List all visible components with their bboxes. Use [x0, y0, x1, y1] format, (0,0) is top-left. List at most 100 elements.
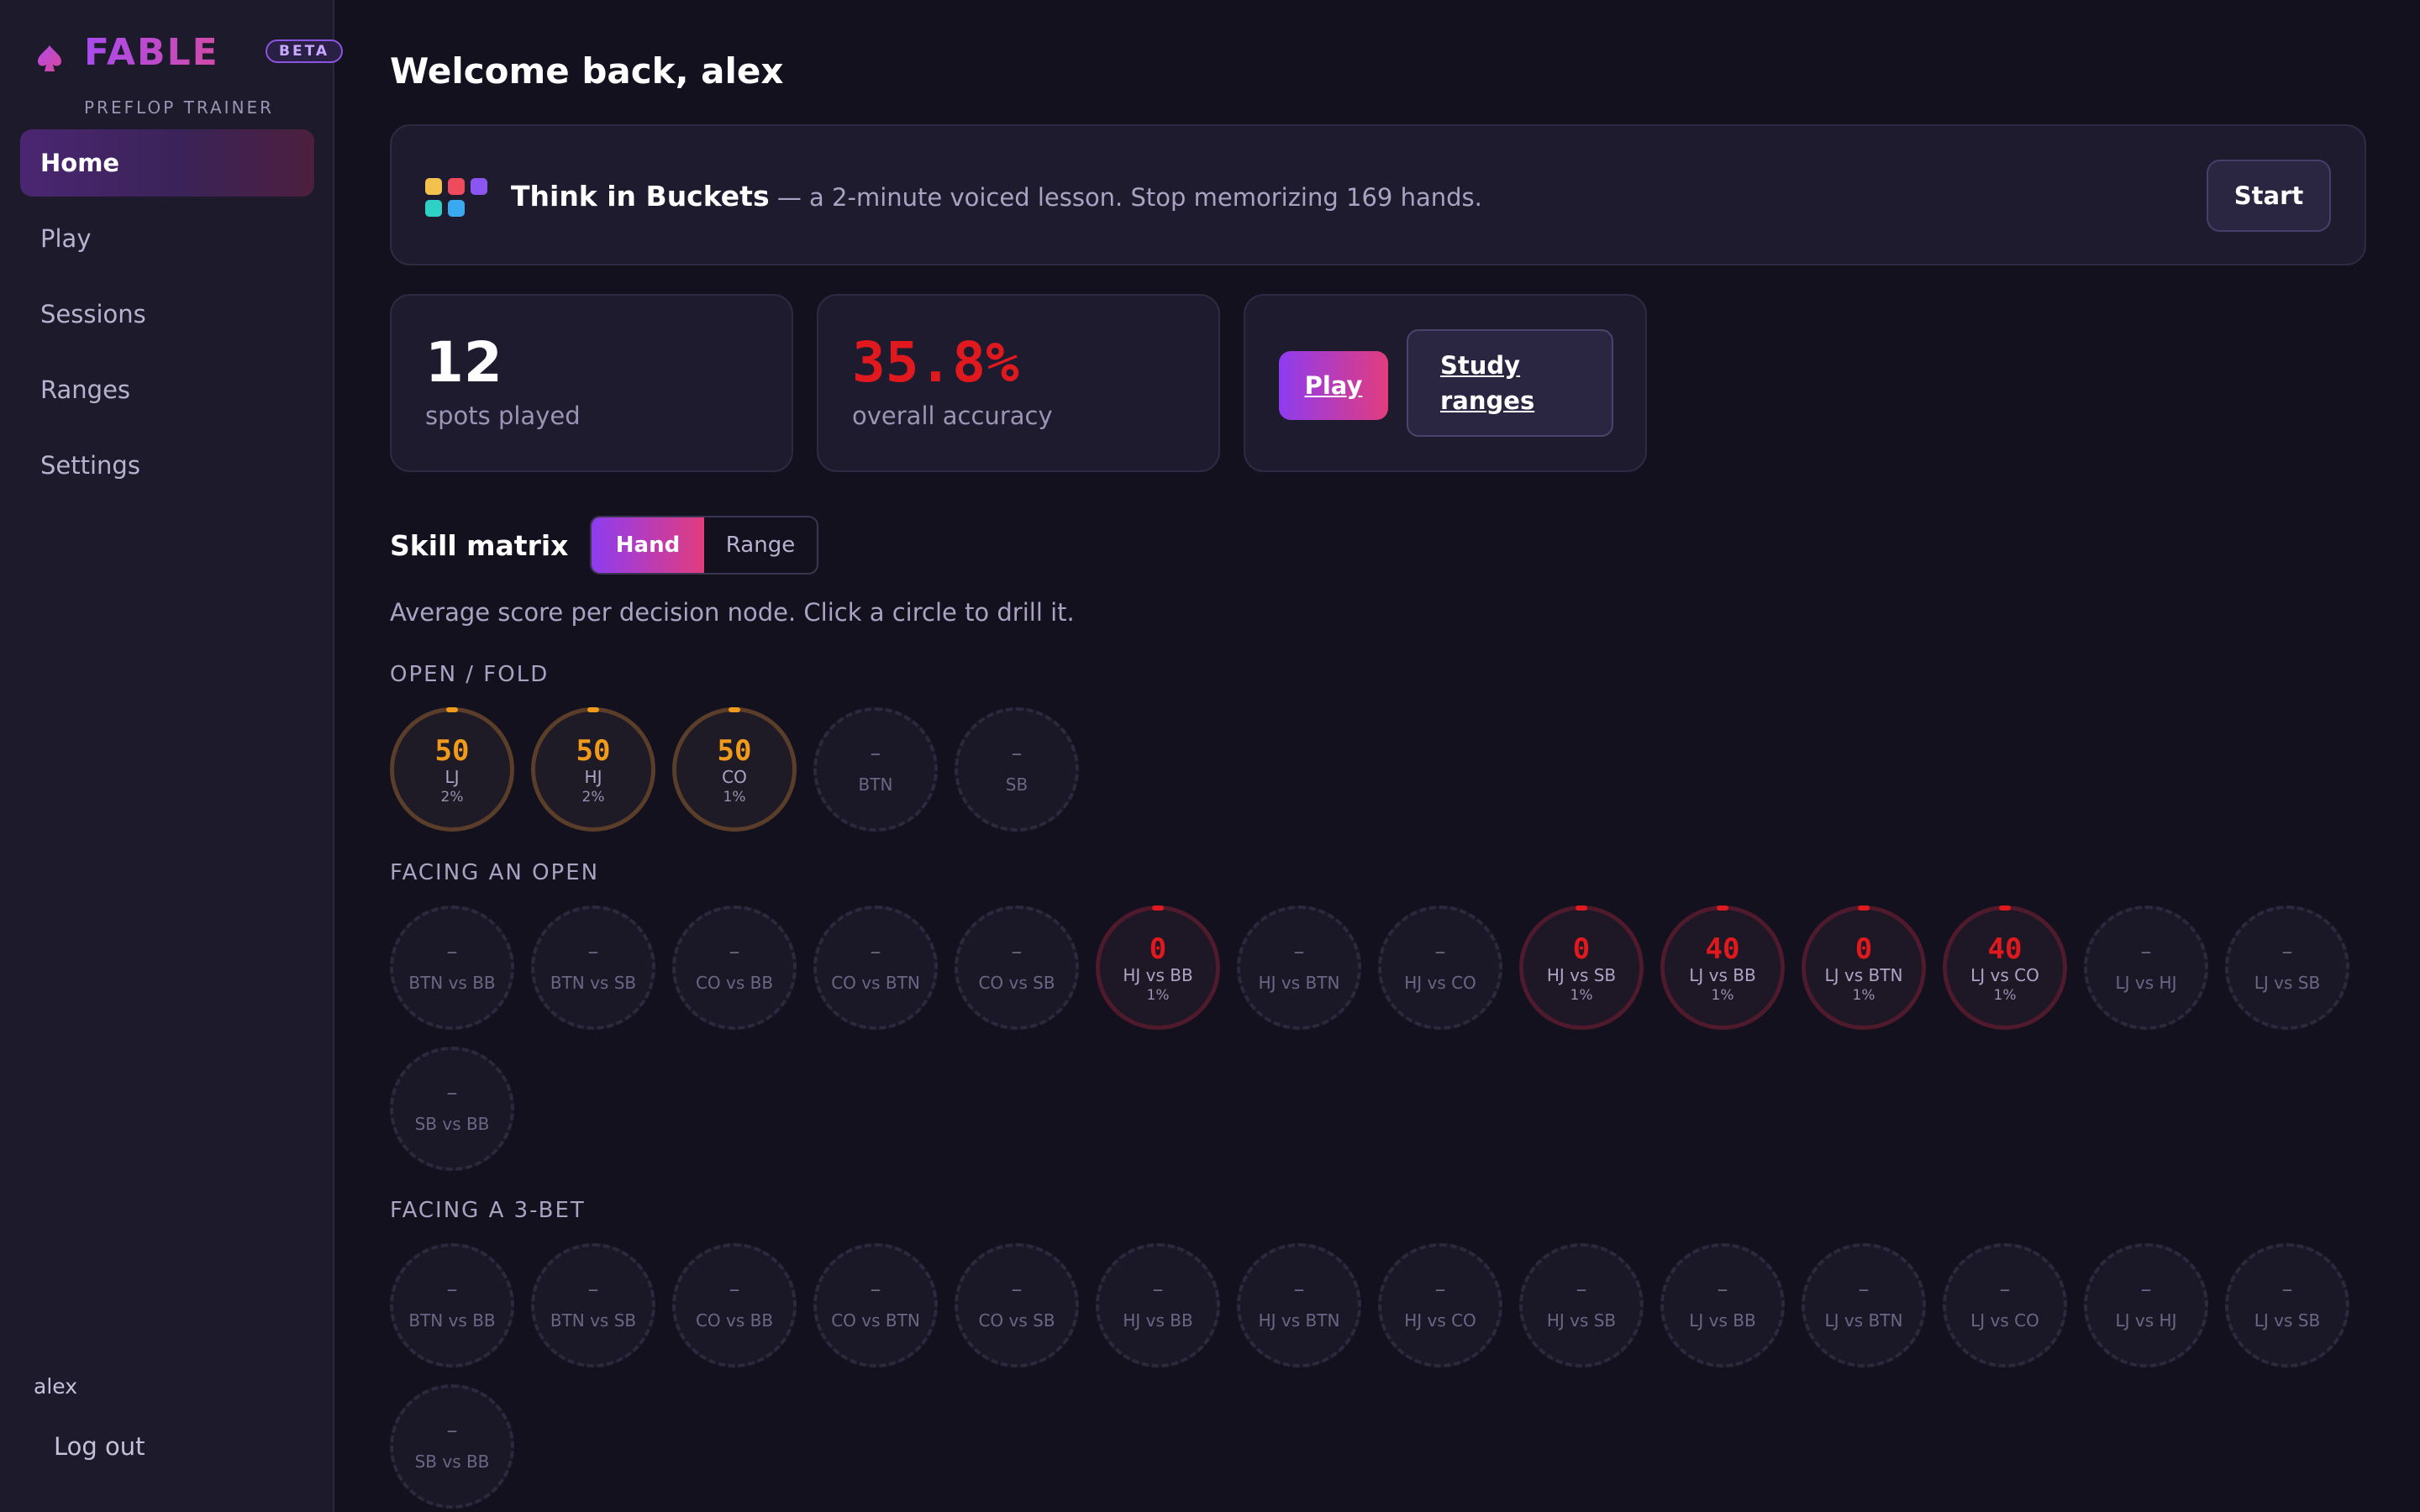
toggle-range[interactable]: Range [704, 517, 817, 573]
sidebar-item-ranges[interactable]: Ranges [20, 356, 314, 423]
skill-node-circle[interactable]: 0 HJ vs SB 1% [1519, 906, 1644, 1030]
skill-node-circle[interactable]: 40 LJ vs BB 1% [1660, 906, 1785, 1030]
node-score: – [1434, 939, 1446, 964]
node-label: LJ vs CO [1970, 965, 2039, 985]
skill-node-circle[interactable]: – CO vs BTN [813, 906, 938, 1030]
node-score: – [1293, 939, 1305, 964]
skill-node-circle[interactable]: 40 LJ vs CO 1% [1943, 906, 2067, 1030]
skill-node-circle[interactable]: – BTN vs BB [390, 1243, 514, 1368]
skill-node-circle[interactable]: – CO vs BTN [813, 1243, 938, 1368]
node-label: SB [1005, 774, 1028, 795]
node-label: HJ vs BB [1123, 965, 1193, 985]
toggle-hand[interactable]: Hand [592, 517, 704, 573]
current-user-name: alex [34, 1374, 78, 1399]
node-score: – [446, 1418, 458, 1443]
skill-node-circle[interactable]: – CO vs BB [672, 906, 797, 1030]
skill-node-circle[interactable]: – BTN [813, 707, 938, 832]
node-label: CO vs BTN [831, 1310, 920, 1331]
skill-node-circle[interactable]: – BTN vs SB [531, 906, 655, 1030]
node-score: – [1293, 1277, 1305, 1302]
node-score: 40 [1987, 932, 2023, 966]
skill-node-circle[interactable]: – SB vs BB [390, 1047, 514, 1171]
skill-node-circle[interactable]: – SB vs BB [390, 1384, 514, 1509]
skill-node-circle[interactable]: – LJ vs SB [2225, 1243, 2349, 1368]
lesson-description: — a 2-minute voiced lesson. Stop memoriz… [769, 183, 1482, 212]
skill-node-circle[interactable]: 0 LJ vs BTN 1% [1802, 906, 1926, 1030]
facing-3bet-nodes: – BTN vs BB – BTN vs SB – CO vs BB – CO vs BTN –… [390, 1243, 2366, 1509]
sidebar-nav: Home Play Sessions Ranges Settings [20, 129, 314, 507]
sidebar-item-play[interactable]: Play [20, 205, 314, 272]
skill-node-circle[interactable]: 0 HJ vs BB 1% [1096, 906, 1220, 1030]
node-score: – [2281, 939, 2293, 964]
spots-played-value: 12 [425, 330, 502, 395]
node-score: 50 [576, 734, 611, 768]
node-percent: 1% [1570, 987, 1593, 1004]
skill-node-circle[interactable]: – HJ vs BTN [1237, 1243, 1361, 1368]
node-score: 40 [1705, 932, 1740, 966]
progress-tick [446, 707, 458, 712]
sidebar-item-home[interactable]: Home [20, 129, 314, 197]
node-score: – [870, 1277, 881, 1302]
node-label: HJ [584, 767, 602, 787]
brand-subtitle: PREFLOP TRAINER [84, 97, 275, 118]
skill-node-circle[interactable]: – HJ vs BTN [1237, 906, 1361, 1030]
node-percent: 1% [1711, 987, 1734, 1004]
node-percent: 2% [581, 789, 605, 806]
spade-icon [38, 45, 61, 71]
skill-matrix-header: Skill matrix Hand Range [390, 516, 1062, 575]
skill-node-circle[interactable]: – HJ vs CO [1378, 906, 1502, 1030]
section-label-open-fold: OPEN / FOLD [390, 662, 550, 687]
skill-node-circle[interactable]: – HJ vs SB [1519, 1243, 1644, 1368]
sidebar: FABLE BETA PREFLOP TRAINER Home Play Ses… [0, 0, 344, 1512]
skill-node-circle[interactable]: 50 HJ 2% [531, 707, 655, 832]
node-label: BTN vs SB [550, 1310, 637, 1331]
node-score: – [1717, 1277, 1728, 1302]
node-score: – [1152, 1277, 1164, 1302]
section-label-facing-open: FACING AN OPEN [390, 860, 600, 885]
study-ranges-button[interactable]: Study ranges [1407, 329, 1613, 437]
sidebar-item-settings[interactable]: Settings [20, 432, 314, 499]
skill-node-circle[interactable]: – LJ vs CO [1943, 1243, 2067, 1368]
node-label: BTN vs BB [408, 1310, 496, 1331]
skill-node-circle[interactable]: – LJ vs SB [2225, 906, 2349, 1030]
node-score: – [2281, 1277, 2293, 1302]
skill-node-circle[interactable]: – BTN vs SB [531, 1243, 655, 1368]
node-score: – [1576, 1277, 1587, 1302]
skill-node-circle[interactable]: – CO vs SB [955, 906, 1079, 1030]
skill-node-circle[interactable]: – BTN vs BB [390, 906, 514, 1030]
page-title: Welcome back, alex [390, 50, 784, 92]
skill-node-circle[interactable]: – CO vs BB [672, 1243, 797, 1368]
skill-node-circle[interactable]: – LJ vs BB [1660, 1243, 1785, 1368]
progress-tick [1152, 906, 1164, 911]
skill-node-circle[interactable]: – SB [955, 707, 1079, 832]
skill-node-circle[interactable]: – HJ vs CO [1378, 1243, 1502, 1368]
progress-tick [1999, 906, 2011, 911]
skill-node-circle[interactable]: 50 LJ 2% [390, 707, 514, 832]
logout-button[interactable]: Log out [34, 1425, 166, 1468]
node-label: LJ vs HJ [2115, 1310, 2177, 1331]
brand-name: FABLE [84, 31, 219, 74]
node-label: LJ vs SB [2254, 1310, 2321, 1331]
node-label: LJ vs SB [2254, 973, 2321, 993]
skill-node-circle[interactable]: – HJ vs BB [1096, 1243, 1220, 1368]
node-label: LJ vs BB [1689, 1310, 1756, 1331]
spots-played-label: spots played [425, 402, 581, 430]
play-button[interactable]: Play [1279, 351, 1388, 420]
accuracy-value: 35.8% [852, 330, 1019, 395]
buckets-icon [425, 178, 487, 217]
node-label: CO vs SB [978, 1310, 1055, 1331]
start-lesson-button[interactable]: Start [2207, 160, 2331, 232]
skill-node-circle[interactable]: 50 CO 1% [672, 707, 797, 832]
node-percent: 1% [723, 789, 746, 806]
node-label: HJ vs CO [1404, 973, 1476, 993]
node-label: LJ vs HJ [2115, 973, 2177, 993]
sidebar-item-sessions[interactable]: Sessions [20, 281, 314, 348]
node-label: LJ vs BTN [1824, 1310, 1903, 1331]
node-score: – [1011, 939, 1023, 964]
skill-node-circle[interactable]: – LJ vs BTN [1802, 1243, 1926, 1368]
node-score: – [1011, 1277, 1023, 1302]
skill-node-circle[interactable]: – CO vs SB [955, 1243, 1079, 1368]
skill-node-circle[interactable]: – LJ vs HJ [2084, 1243, 2208, 1368]
lesson-text: Think in Buckets — a 2-minute voiced les… [511, 178, 1482, 216]
skill-node-circle[interactable]: – LJ vs HJ [2084, 906, 2208, 1030]
